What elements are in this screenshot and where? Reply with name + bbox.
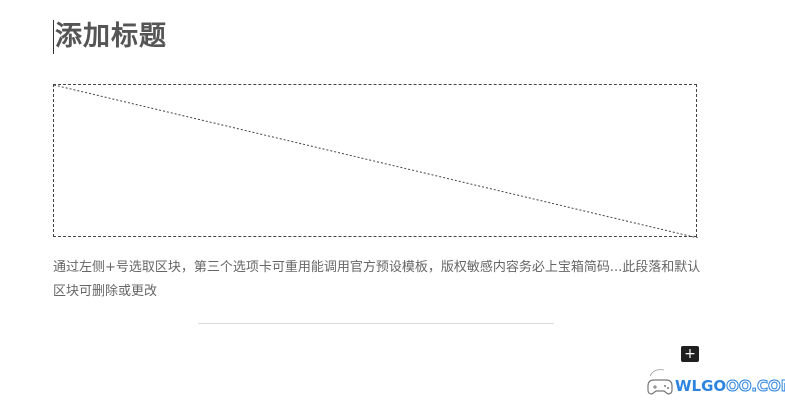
- watermark: WLGOOO.COM: [642, 362, 785, 403]
- watermark-suffix: OO.COM: [726, 377, 785, 396]
- gamepad-logo-icon: [647, 369, 673, 395]
- watermark-prefix: WLGO: [675, 377, 727, 395]
- page-title[interactable]: 添加标题: [55, 18, 167, 56]
- text-cursor: [53, 20, 54, 54]
- placeholder-diagonal-icon: [54, 85, 698, 238]
- separator: [198, 323, 554, 324]
- image-placeholder[interactable]: [53, 84, 698, 238]
- body-paragraph[interactable]: 通过左侧+号选取区块，第三个选项卡可重用能调用官方预设模板，版权敏感内容务必上宝…: [53, 256, 713, 304]
- add-block-button[interactable]: +: [681, 346, 699, 362]
